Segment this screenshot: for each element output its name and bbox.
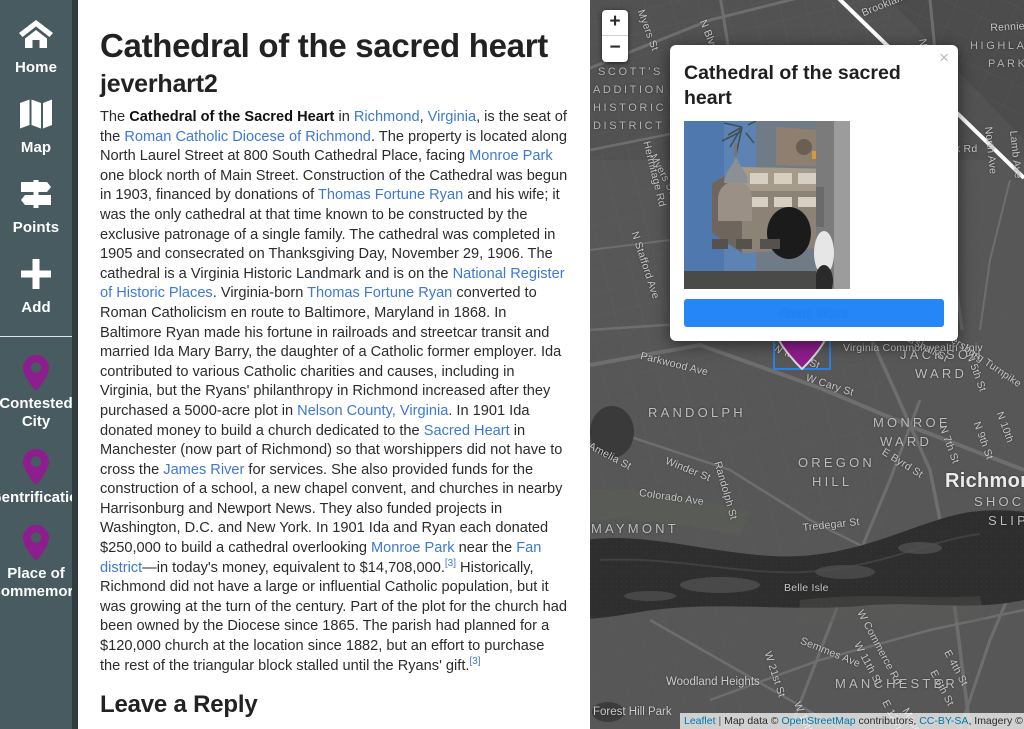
leaflet-link[interactable]: Leaflet (684, 715, 716, 727)
popup-title: Cathedral of the sacred heart (684, 62, 901, 109)
sidebar-item-contested-city[interactable]: Contested City (0, 351, 72, 445)
text-run: in (334, 109, 354, 125)
attribution-imagery: , Imagery © (968, 715, 1024, 727)
link-monroe-park-2[interactable]: Monroe Park (371, 540, 455, 556)
attribution-prefix: Map data © (724, 715, 782, 727)
zoom-in-button[interactable]: + (602, 10, 628, 36)
link-monroe-park[interactable]: Monroe Park (469, 148, 553, 164)
attribution-separator: | (715, 715, 725, 727)
openstreetmap-link[interactable]: OpenStreetMap (781, 715, 855, 727)
text-run: near the (454, 540, 517, 557)
zoom-control[interactable]: + − (602, 10, 628, 62)
link-thomas-fortune-ryan-2[interactable]: Thomas Fortune Ryan (307, 285, 452, 301)
sidebar-item-map-label: Map (20, 139, 52, 156)
leave-a-reply-heading: Leave a Reply (100, 691, 258, 719)
sidebar-item-map[interactable]: Map (0, 86, 72, 166)
map-pin-icon (19, 523, 53, 563)
text-run: , (419, 109, 428, 125)
article-panel: Cathedral of the sacred heart jeverhart2… (78, 0, 590, 729)
sidebar-edge-shadow (72, 0, 78, 729)
link-sacred-heart[interactable]: Sacred Heart (424, 423, 510, 439)
sidebar-item-home-label: Home (14, 59, 58, 76)
sidebar-category-group: Contested City Gentrification (0, 337, 72, 615)
map-pin-icon (19, 353, 53, 393)
text-run: . Virginia-born (212, 285, 308, 302)
cathedral-photo[interactable] (684, 121, 850, 289)
sidebar-item-gentrification-label: Gentrification (0, 489, 72, 506)
sidebar-divider (0, 336, 72, 337)
link-james-river[interactable]: James River (163, 462, 244, 478)
license-link[interactable]: CC-BY-SA (919, 715, 968, 727)
signpost-icon (16, 174, 56, 214)
sidebar-item-add[interactable]: Add (0, 246, 72, 326)
sidebar-item-points-label: Points (12, 219, 60, 236)
page-title: Cathedral of the sacred heart (100, 27, 548, 64)
text-run: Historically, Richmond did not have a la… (100, 559, 567, 674)
plus-icon (16, 254, 56, 294)
article-body: The Cathedral of the Sacred Heart in Ric… (100, 108, 568, 676)
attribution-mid: contributors, (855, 715, 920, 727)
link-thomas-fortune-ryan[interactable]: Thomas Fortune Ryan (318, 187, 463, 203)
sidebar-item-gentrification[interactable]: Gentrification (0, 445, 72, 521)
sidebar-item-place-of-commemoration[interactable]: Place of Commemoration (0, 521, 72, 615)
text-run: The (100, 109, 130, 125)
text-run: —in today's money, equivalent to $14,708… (142, 559, 445, 576)
zoom-out-button[interactable]: − (602, 36, 628, 62)
map-pin-icon (19, 447, 53, 487)
link-richmond[interactable]: Richmond (354, 109, 420, 125)
link-diocese[interactable]: Roman Catholic Diocese of Richmond (124, 129, 371, 145)
sidebar-item-points[interactable]: Points (0, 166, 72, 246)
text-run: converted to Roman Catholicism en route … (100, 285, 562, 419)
sidebar-nav-group: Home Map Points Add (0, 0, 72, 337)
citation-link[interactable]: [3] (445, 558, 456, 569)
sidebar: Home Map Points Add Contested City entri… (0, 0, 72, 729)
app-root: Home Map Points Add Contested City entri… (0, 0, 1024, 729)
citation-ref-3a[interactable]: [3] (445, 558, 456, 569)
citation-ref-3b[interactable]: [3] (469, 656, 480, 667)
sidebar-item-place-of-commemoration-label: Place of Commemoration (0, 565, 72, 600)
map-attribution: Leaflet | Map data © OpenStreetMap contr… (680, 713, 1024, 729)
article-subject-bold: Cathedral of the Sacred Heart (129, 109, 335, 125)
link-virginia[interactable]: Virginia (428, 109, 476, 125)
map-popup[interactable]: × Cathedral of the sacred heart Read Mor… (670, 45, 958, 341)
article-author: jeverhart2 (100, 70, 218, 98)
home-icon (16, 14, 56, 54)
citation-link[interactable]: [3] (469, 656, 480, 667)
link-nelson-county[interactable]: Nelson County, Virginia (297, 403, 448, 419)
map-panel[interactable]: SCOTT'SADDITIONHISTORICDISTRICTHIGHLANDP… (590, 0, 1024, 729)
read-more-button[interactable]: Read More (684, 299, 944, 327)
close-icon[interactable]: × (939, 49, 949, 66)
map-icon (16, 94, 56, 134)
sidebar-item-contested-city-label: Contested City (0, 395, 72, 430)
sidebar-item-add-label: Add (21, 299, 51, 316)
sidebar-item-home[interactable]: Home (0, 6, 72, 86)
